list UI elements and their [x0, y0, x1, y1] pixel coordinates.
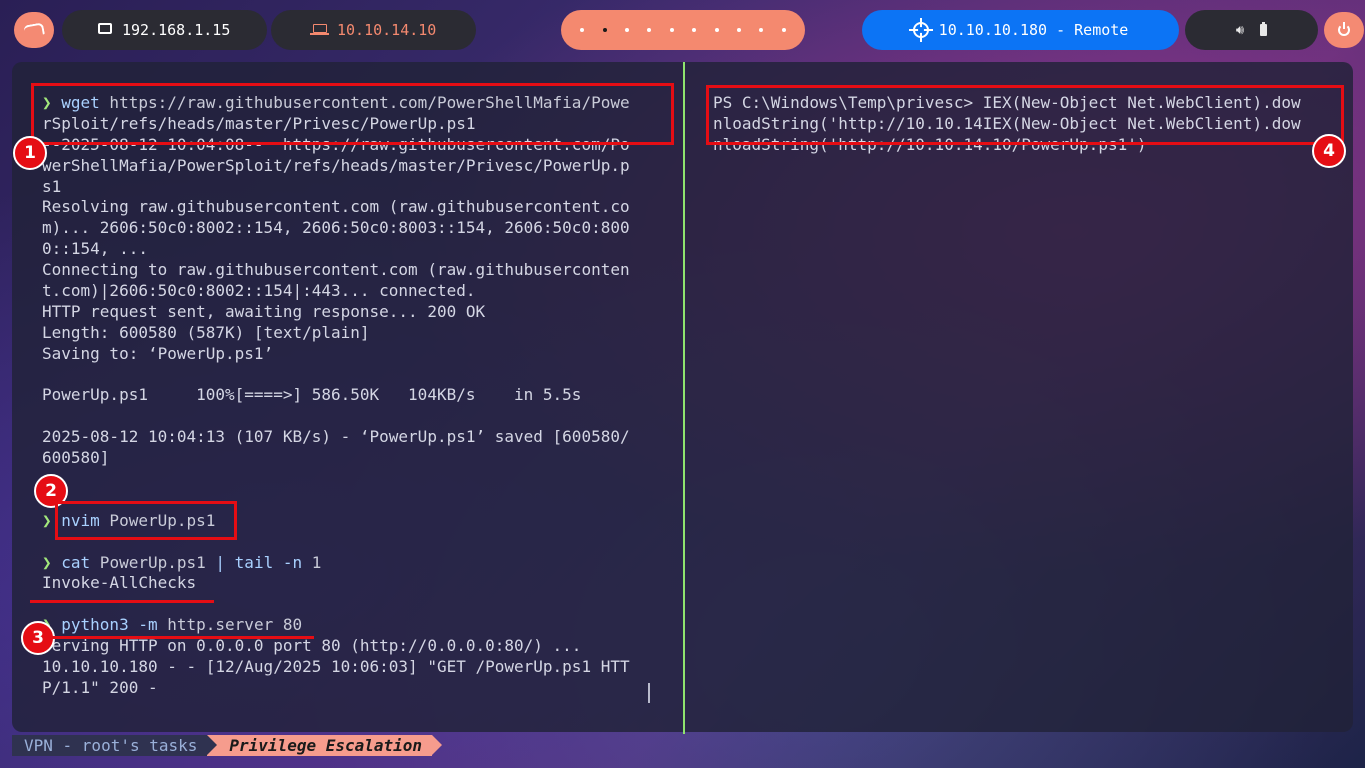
command-args: PowerUp.ps1	[90, 552, 216, 572]
output-text: Serving HTTP on 0.0.0.0 port 80 (http://…	[42, 636, 582, 656]
pane-divider[interactable]	[683, 62, 685, 734]
vpn-ip-widget[interactable]: 10.10.14.10	[271, 10, 476, 50]
workspace-dot[interactable]	[580, 28, 585, 32]
terminal-line: werShellMafia/PowerSploit/refs/heads/mas…	[42, 156, 654, 177]
terminal-line: Resolving raw.githubusercontent.com (raw…	[42, 197, 654, 218]
command-name: cat	[61, 552, 91, 572]
power-button[interactable]	[1324, 12, 1364, 48]
top-bar: 192.168.1.15 10.10.14.10 10.10.10.180 - …	[0, 0, 1365, 60]
speaker-icon[interactable]: 🔊︎	[1236, 23, 1244, 38]
tmux-status-bar: VPN - root's tasks Privilege Escalation	[12, 735, 442, 756]
local-ip-label: 192.168.1.15	[122, 21, 231, 39]
pipe-symbol: |	[215, 552, 235, 572]
target-widget[interactable]: 10.10.10.180 - Remote	[862, 10, 1179, 50]
output-text: 0::154, ...	[42, 239, 148, 259]
output-text: 10.10.10.180 - - [12/Aug/2025 10:06:03] …	[42, 657, 630, 677]
output-text: m)... 2606:50c0:8002::154, 2606:50c0:800…	[42, 218, 630, 238]
output-text: Connecting to raw.githubusercontent.com …	[42, 260, 630, 280]
terminal-scrollbar[interactable]	[648, 683, 650, 703]
step-badge-4: 4	[1312, 134, 1346, 168]
command-args: http.server 80	[157, 615, 303, 635]
workspace-dot-active[interactable]	[602, 28, 607, 32]
highlight-box-iex	[706, 85, 1344, 145]
underline-invoke-allchecks	[30, 600, 214, 603]
power-icon	[1338, 22, 1350, 36]
underline-http-server	[52, 636, 314, 639]
output-text: PowerUp.ps1 100%[====>] 586.50K 104KB/s …	[42, 385, 582, 405]
laptop-icon	[310, 24, 329, 35]
prompt-symbol: ❯	[42, 552, 62, 572]
output-text: Invoke-AllChecks	[42, 573, 197, 593]
session-name[interactable]: VPN - root's tasks	[12, 735, 208, 756]
output-text: Length: 600580 (587K) [text/plain]	[42, 322, 370, 342]
workspace-dot[interactable]	[714, 28, 719, 32]
step-badge-1: 1	[13, 136, 47, 170]
workspace-switcher[interactable]	[561, 10, 805, 50]
output-text: werShellMafia/PowerSploit/refs/heads/mas…	[42, 155, 630, 175]
terminal-line: 600580]	[42, 448, 654, 469]
terminal-line: m)... 2606:50c0:8002::154, 2606:50c0:800…	[42, 218, 654, 239]
command-flag: -m	[128, 615, 158, 635]
terminal-line: ❯ python3 -m http.server 80	[42, 615, 654, 636]
output-text: Resolving raw.githubusercontent.com (raw…	[42, 197, 630, 217]
kali-dragon-icon	[23, 22, 45, 38]
terminal-line: Length: 600580 (587K) [text/plain]	[42, 323, 654, 344]
monitor-icon	[98, 23, 112, 34]
terminal-line: Connecting to raw.githubusercontent.com …	[42, 260, 654, 281]
workspace-dot[interactable]	[759, 28, 764, 32]
target-label: 10.10.10.180 - Remote	[938, 21, 1129, 39]
terminal-line: 2025-08-12 10:04:13 (107 KB/s) - ‘PowerU…	[42, 427, 654, 448]
workspace-dot[interactable]	[736, 28, 741, 32]
command-name: tail	[234, 552, 274, 572]
left-terminal-pane[interactable]: ❯ wget https://raw.githubusercontent.com…	[42, 93, 654, 699]
terminal-line: P/1.1" 200 -	[42, 678, 654, 699]
workspace-dot[interactable]	[781, 28, 786, 32]
workspace-dot[interactable]	[647, 28, 652, 32]
output-text: Saving to: ‘PowerUp.ps1’	[42, 343, 274, 363]
workspace-dot[interactable]	[624, 28, 629, 32]
highlight-box-nvim	[55, 501, 237, 540]
terminal-line: Saving to: ‘PowerUp.ps1’	[42, 344, 654, 365]
battery-icon	[1260, 22, 1268, 36]
system-tray[interactable]: 🔊︎	[1185, 10, 1318, 50]
terminal-line: s1	[42, 177, 654, 198]
terminal-line: 10.10.10.180 - - [12/Aug/2025 10:06:03] …	[42, 657, 654, 678]
highlight-box-wget	[31, 83, 674, 145]
output-text: HTTP request sent, awaiting response... …	[42, 301, 486, 321]
command-args: 1	[302, 552, 322, 572]
command-name: python3	[61, 615, 129, 635]
output-text: P/1.1" 200 -	[42, 677, 158, 697]
terminal-line: PowerUp.ps1 100%[====>] 586.50K 104KB/s …	[42, 385, 654, 406]
command-flag: -n	[273, 552, 303, 572]
step-badge-3: 3	[21, 621, 55, 655]
local-ip-widget[interactable]: 192.168.1.15	[62, 10, 267, 50]
os-menu-button[interactable]	[14, 12, 54, 48]
terminal-line: t.com)|2606:50c0:8002::154|:443... conne…	[42, 281, 654, 302]
output-text: t.com)|2606:50c0:8002::154|:443... conne…	[42, 281, 476, 301]
vpn-ip-label: 10.10.14.10	[337, 21, 437, 39]
workspace-dot[interactable]	[692, 28, 697, 32]
terminal-line: ❯ cat PowerUp.ps1 | tail -n 1	[42, 553, 654, 574]
output-text: s1	[42, 176, 62, 196]
terminal-line: HTTP request sent, awaiting response... …	[42, 302, 654, 323]
terminal-line: Serving HTTP on 0.0.0.0 port 80 (http://…	[42, 636, 654, 657]
output-text: 600580]	[42, 448, 110, 468]
workspace-dot[interactable]	[669, 28, 674, 32]
terminal-line: Invoke-AllChecks	[42, 573, 654, 594]
crosshair-icon	[908, 18, 933, 42]
terminal-line: 0::154, ...	[42, 239, 654, 260]
active-window-tab[interactable]: Privilege Escalation	[207, 735, 442, 756]
output-text: 2025-08-12 10:04:13 (107 KB/s) - ‘PowerU…	[42, 427, 630, 447]
